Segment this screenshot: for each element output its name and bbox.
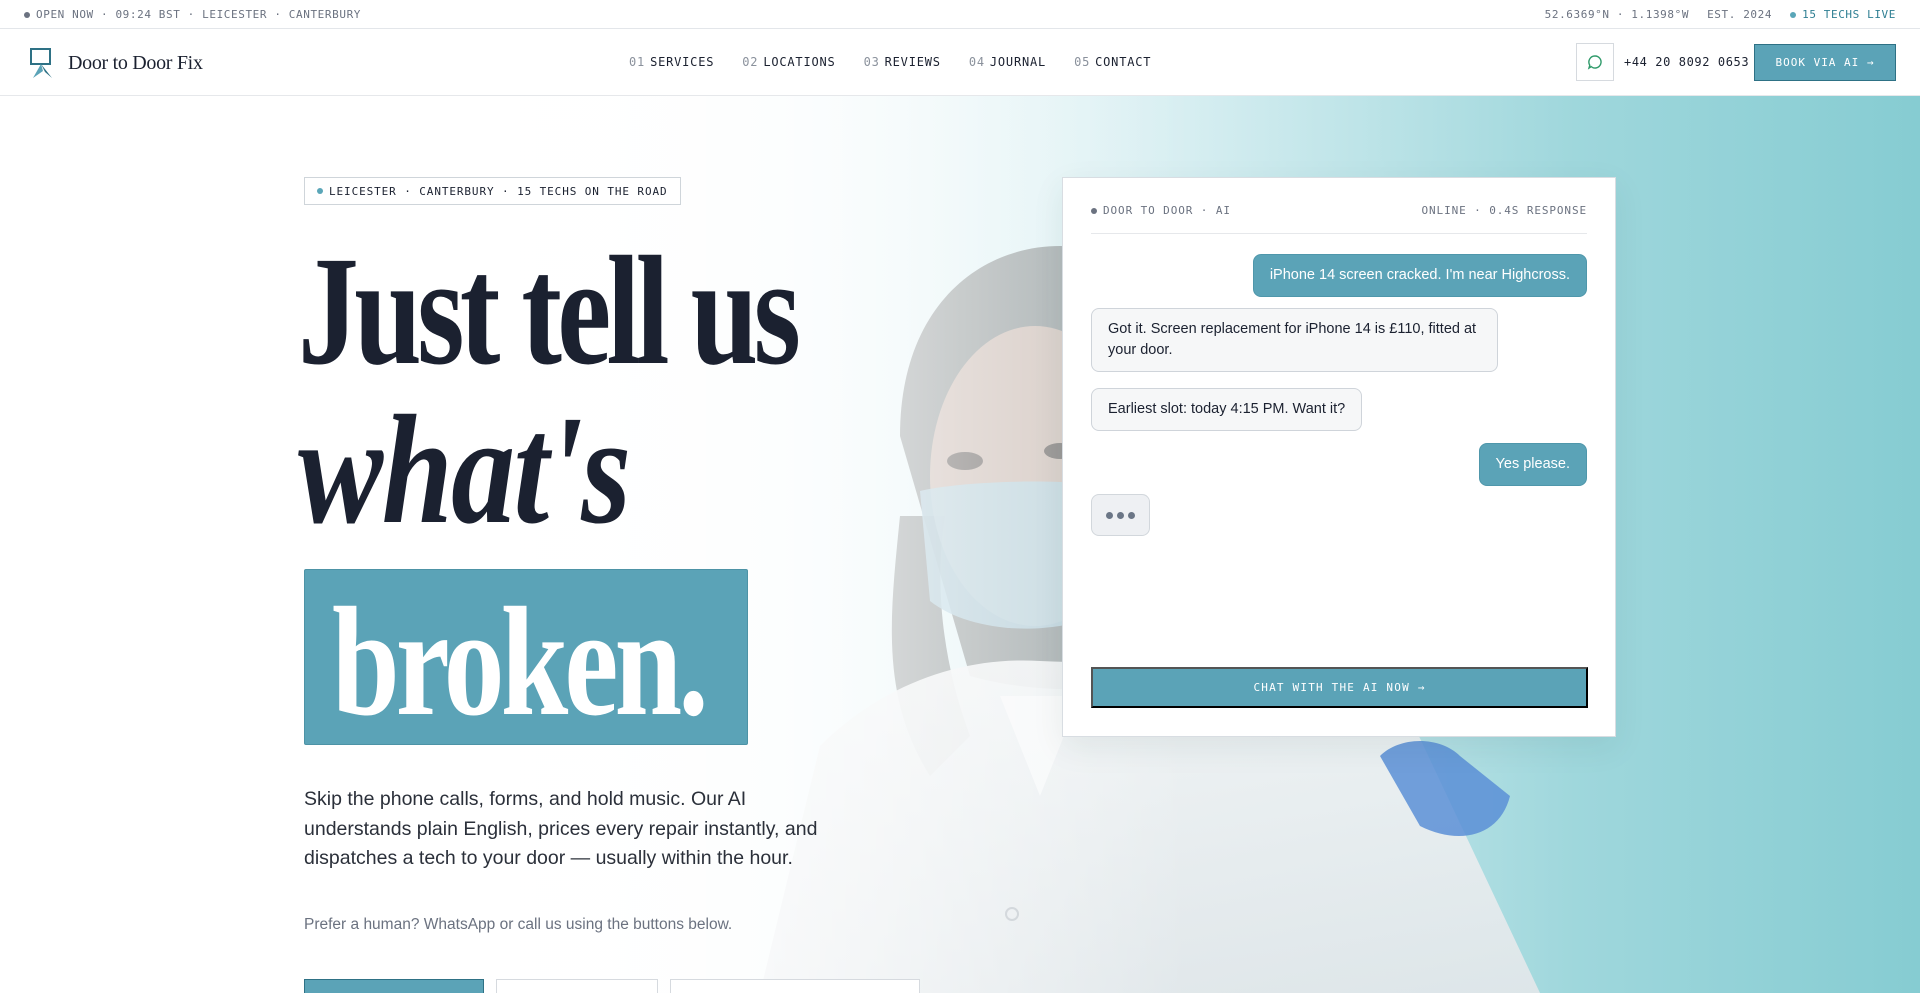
chat-title-text: DOOR TO DOOR · AI [1103, 204, 1231, 217]
nav-label: REVIEWS [884, 55, 941, 69]
locations-badge: LEICESTER · CANTERBURY · 15 TECHS ON THE… [304, 177, 681, 205]
chat-message-user: Yes please. [1478, 443, 1587, 486]
nav-label: JOURNAL [989, 55, 1047, 69]
top-status-bar: OPEN NOW · 09:24 BST · LEICESTER · CANTE… [0, 0, 1920, 29]
logo-icon [28, 47, 56, 79]
chat-message-user: iPhone 14 screen cracked. I'm near Highc… [1252, 254, 1587, 297]
nav-label: SERVICES [650, 55, 715, 69]
hero-lead: Skip the phone calls, forms, and hold mu… [304, 788, 818, 869]
chat-status: ONLINE · 0.4S RESPONSE [1421, 204, 1587, 217]
phone-link[interactable]: +44 20 8092 0653 [1624, 55, 1749, 69]
badge-dot-icon [317, 188, 323, 194]
brand-name: Door to Door Fix [68, 51, 203, 74]
chat-bubble-icon [1587, 55, 1602, 70]
hero-subtext: Prefer a human? WhatsApp or call us usin… [304, 916, 733, 933]
secondary-cta-button[interactable] [496, 979, 658, 993]
nav-number: 05 [1074, 55, 1091, 69]
chat-message-bot: Got it. Screen replacement for iPhone 14… [1091, 308, 1498, 372]
nav-number: 03 [863, 55, 880, 69]
nav-services[interactable]: 01 SERVICES [629, 55, 714, 69]
nav-journal[interactable]: 04 JOURNAL [969, 55, 1046, 69]
locations-badge-text: LEICESTER · CANTERBURY · 15 TECHS ON THE… [329, 184, 668, 198]
headline-line-2: what's [298, 383, 631, 556]
nav-label: LOCATIONS [763, 55, 836, 69]
nav-number: 02 [742, 55, 759, 69]
ai-chat-card: DOOR TO DOOR · AI ONLINE · 0.4S RESPONSE… [1062, 177, 1616, 737]
open-status-text: OPEN NOW · 09:24 BST · LEICESTER · CANTE… [36, 7, 362, 21]
live-dot-icon [1790, 11, 1797, 18]
tertiary-cta-button[interactable] [670, 979, 920, 993]
book-via-ai-button[interactable]: BOOK VIA AI → [1754, 44, 1896, 81]
chat-header: DOOR TO DOOR · AI ONLINE · 0.4S RESPONSE [1091, 204, 1587, 234]
coordinates: 52.6369°N · 1.1398°W [1544, 7, 1690, 21]
brand-logo-link[interactable]: Door to Door Fix [28, 47, 203, 79]
headline-highlight: broken. [332, 575, 709, 748]
open-status: OPEN NOW · 09:24 BST · LEICESTER · CANTE… [24, 8, 361, 21]
hero-section: LEICESTER · CANTERBURY · 15 TECHS ON THE… [0, 96, 1920, 993]
established: EST. 2024 [1707, 7, 1773, 21]
primary-cta-button[interactable] [304, 979, 484, 993]
nav-label: CONTACT [1095, 55, 1152, 69]
whatsapp-button[interactable] [1576, 43, 1614, 81]
headline-line-1: Just tell us [298, 224, 801, 397]
nav-number: 01 [629, 55, 646, 69]
ai-dot-icon [1091, 208, 1097, 214]
chat-message-bot: Earliest slot: today 4:15 PM. Want it? [1091, 388, 1363, 431]
chat-with-ai-button[interactable]: CHAT WITH THE AI NOW → [1091, 667, 1588, 708]
nav-reviews[interactable]: 03 REVIEWS [864, 55, 941, 69]
chat-title: DOOR TO DOOR · AI [1091, 204, 1231, 233]
site-header: Door to Door Fix 01 SERVICES 02 LOCATIONS … [0, 29, 1920, 96]
nav-number: 04 [968, 55, 985, 69]
status-dot-icon [24, 11, 30, 18]
nav-locations[interactable]: 02 LOCATIONS [742, 55, 835, 69]
techs-live-text: 15 TECHS LIVE [1802, 7, 1896, 21]
main-nav: 01 SERVICES 02 LOCATIONS 03 REVIEWS 04 JOURN… [629, 55, 1151, 69]
hero-fade-overlay [0, 96, 1920, 993]
techs-live: 15 TECHS LIVE [1790, 8, 1896, 21]
typing-indicator [1091, 494, 1150, 536]
nav-contact[interactable]: 05 CONTACT [1074, 55, 1151, 69]
